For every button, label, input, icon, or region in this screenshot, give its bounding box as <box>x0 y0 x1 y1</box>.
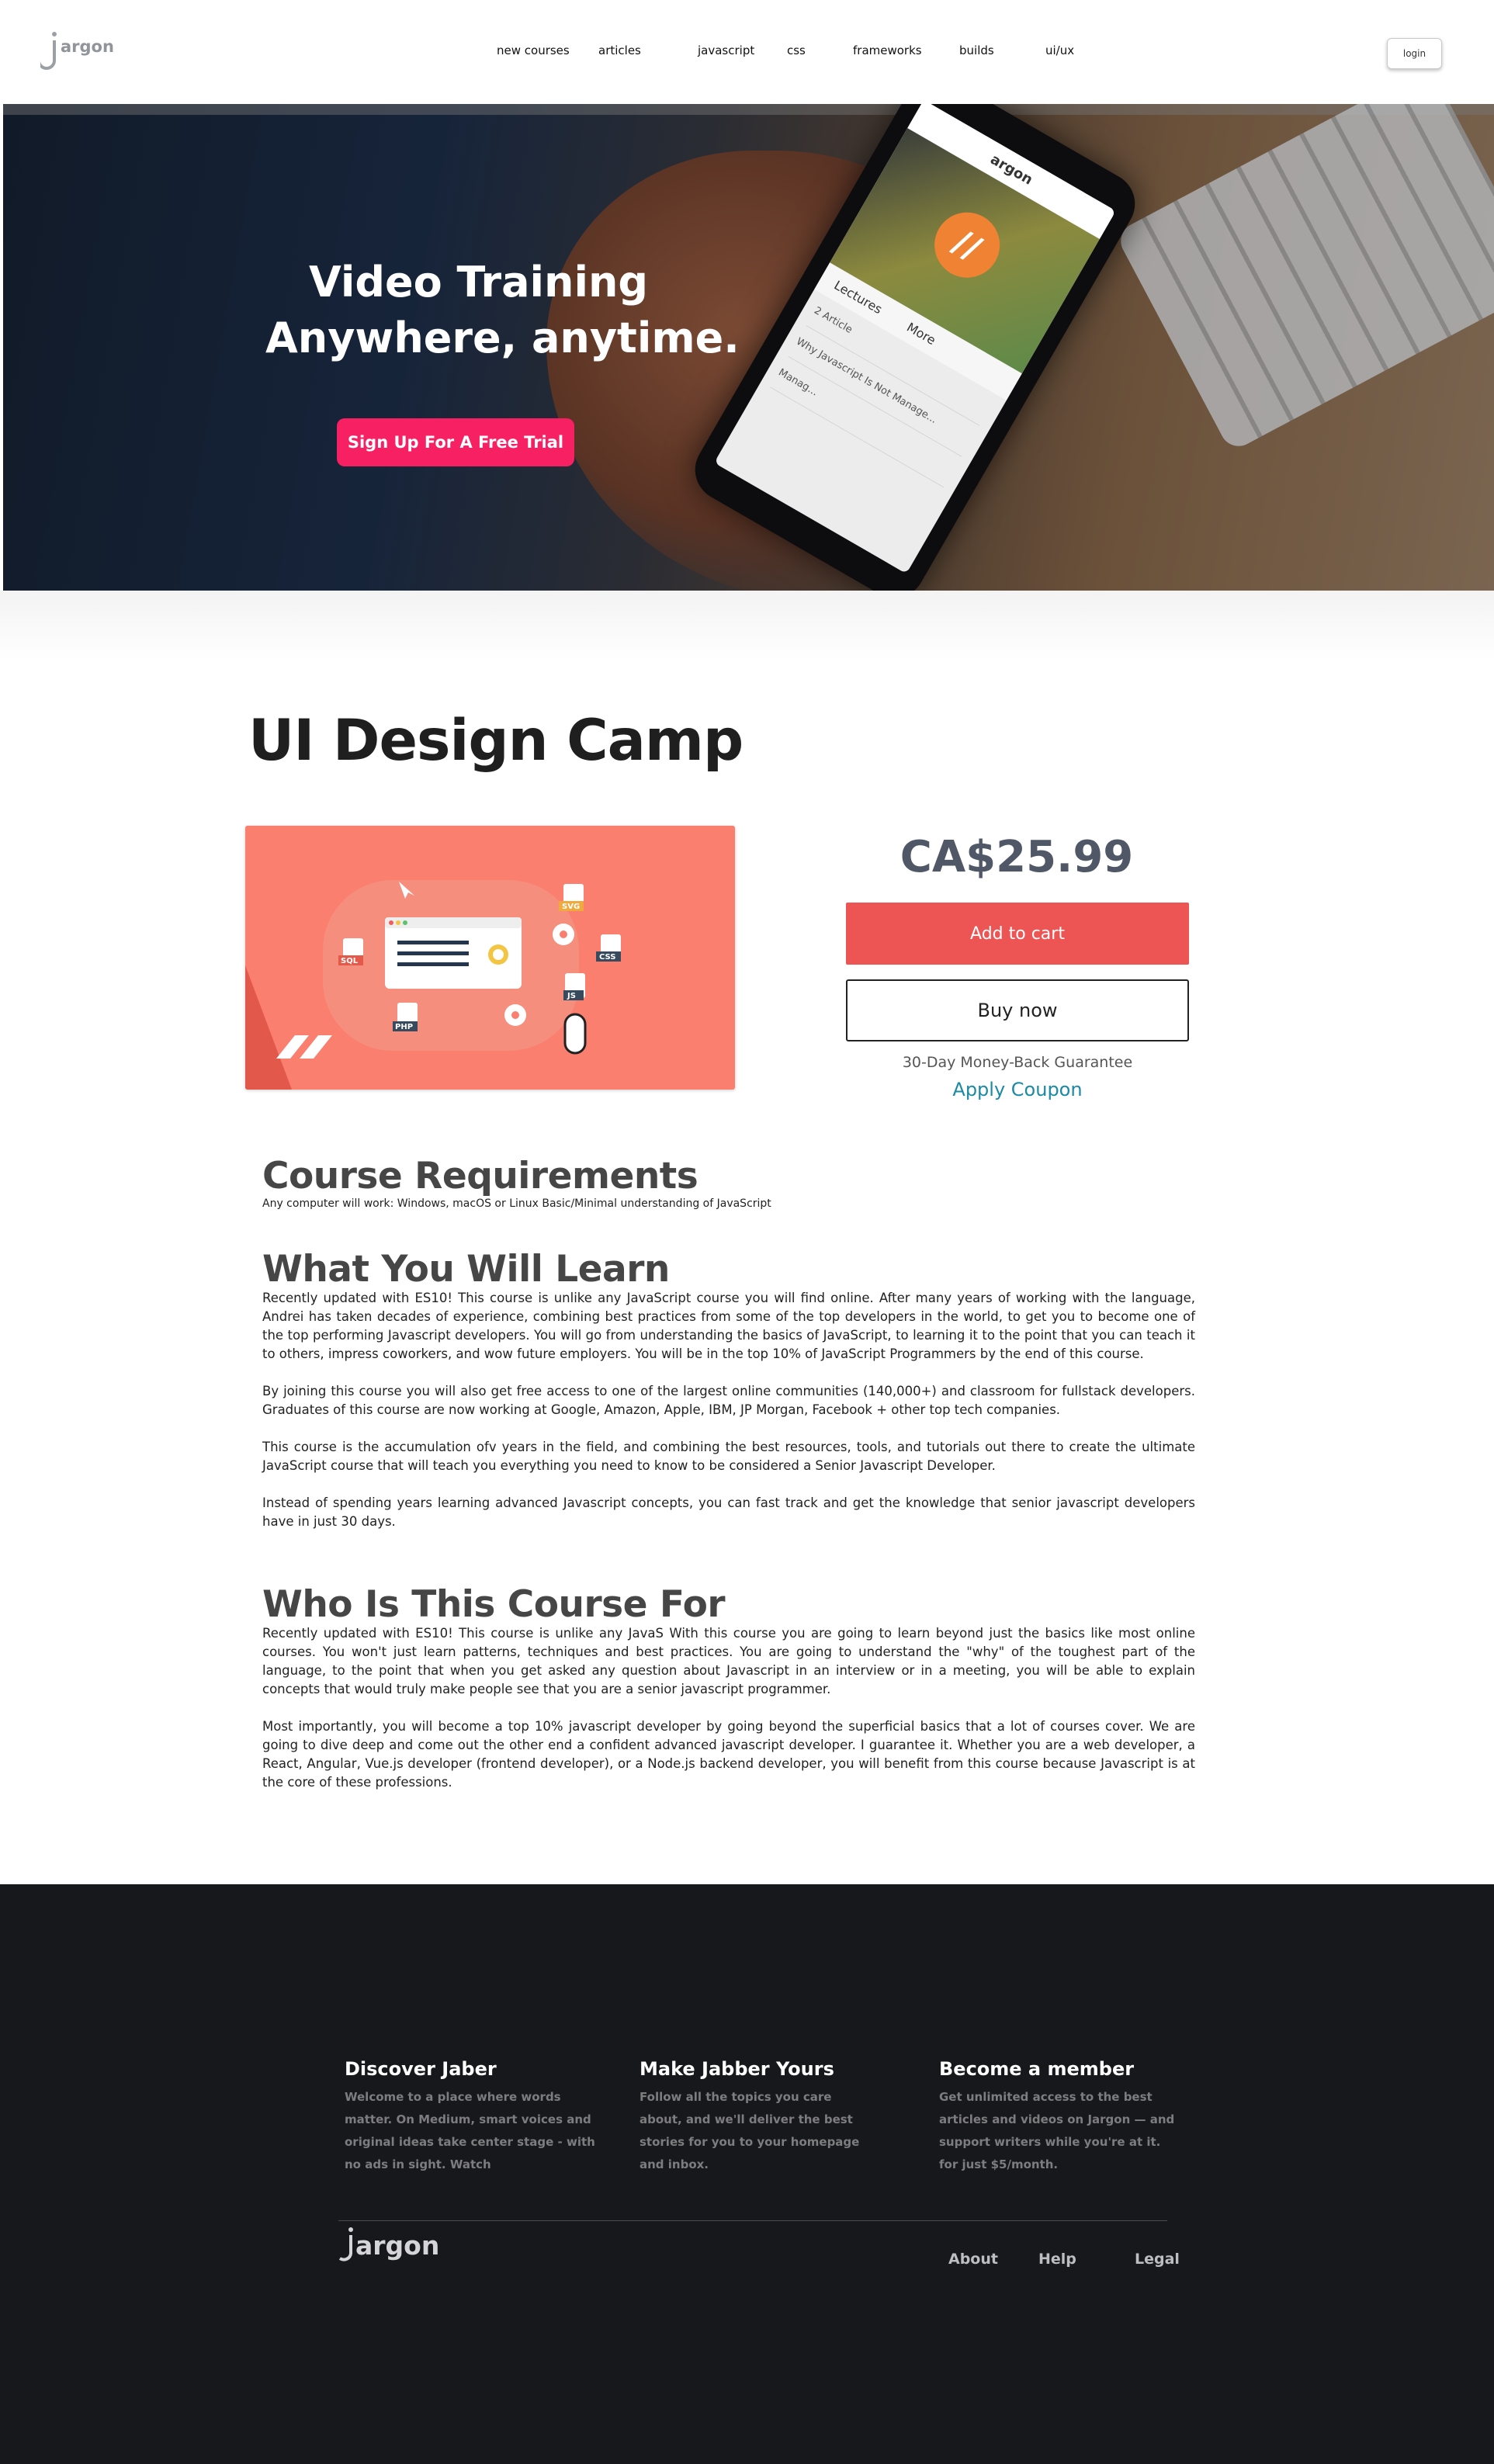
nav-item-new-courses[interactable]: new courses <box>497 43 570 57</box>
footer-col-discover: Discover Jaber Welcome to a place where … <box>345 2058 595 2176</box>
footer-col-make-yours: Make Jabber Yours Follow all the topics … <box>640 2058 859 2176</box>
footer-col-title: Discover Jaber <box>345 2058 497 2080</box>
add-to-cart-button[interactable]: Add to cart <box>846 903 1189 965</box>
top-nav: argon new courses articles javascript cs… <box>0 0 1494 104</box>
footer-link-legal[interactable]: Legal <box>1135 2251 1180 2268</box>
free-trial-button[interactable]: Sign Up For A Free Trial <box>337 418 574 466</box>
hero-title: Video Training Anywhere, anytime. <box>3 258 1494 413</box>
footer-logo[interactable]: argon <box>338 2226 439 2265</box>
who-paragraph: Recently updated with ES10! This course … <box>262 1626 1195 1696</box>
nav-item-javascript[interactable]: javascript <box>698 43 754 57</box>
nav-item-builds[interactable]: builds <box>959 43 994 57</box>
footer-divider <box>338 2220 1167 2221</box>
nav-item-frameworks[interactable]: frameworks <box>853 43 922 57</box>
footer-link-help[interactable]: Help <box>1038 2251 1076 2268</box>
footer-col-line: original ideas take center stage - with <box>345 2135 595 2149</box>
footer-col-title: Become a member <box>939 2058 1135 2080</box>
nav-item-uiux[interactable]: ui/ux <box>1045 43 1074 57</box>
hero-fade <box>0 591 1494 660</box>
logo-text: argon <box>61 37 114 56</box>
tag-css: CSS <box>599 953 615 962</box>
footer-col-line: and inbox. <box>640 2157 709 2171</box>
nav-item-css[interactable]: css <box>787 43 806 57</box>
tag-svg: SVG <box>562 903 580 911</box>
learn-paragraph: This course is the accumulation ofv year… <box>262 1440 1195 1473</box>
course-title: UI Design Camp <box>248 708 744 774</box>
footer-col-line: Follow all the topics you care <box>640 2090 832 2104</box>
footer-col-line: stories for you to your homepage <box>640 2135 860 2149</box>
hero-title-line1: Video Training <box>309 258 649 307</box>
requirements-heading: Course Requirements <box>262 1155 698 1197</box>
footer-col-line: articles and videos on Jargon — and <box>939 2112 1175 2126</box>
footer-logo-text: argon <box>355 2230 440 2261</box>
learn-heading: What You Will Learn <box>262 1248 670 1291</box>
buy-now-button[interactable]: Buy now <box>846 979 1189 1041</box>
hero-banner: argon // Lectures More 2 Article Why Jav… <box>3 104 1494 591</box>
learn-paragraph: Instead of spending years learning advan… <box>262 1495 1195 1529</box>
logo[interactable]: argon <box>40 29 114 71</box>
learn-paragraph: Recently updated with ES10! This course … <box>262 1291 1195 1361</box>
apply-coupon-link[interactable]: Apply Coupon <box>846 1079 1189 1100</box>
requirements-text: Any computer will work: Windows, macOS o… <box>262 1197 771 1210</box>
footer-col-line: about, and we'll deliver the best <box>640 2112 853 2126</box>
hero-title-line2: Anywhere, anytime. <box>265 314 740 362</box>
learn-paragraph: By joining this course you will also get… <box>262 1384 1195 1417</box>
tag-sql: SQL <box>341 957 359 965</box>
login-button[interactable]: login <box>1387 38 1442 69</box>
tag-js: JS <box>567 992 576 1000</box>
footer-col-line: Get unlimited access to the best <box>939 2090 1153 2104</box>
footer-col-line: Welcome to a place where words <box>345 2090 561 2104</box>
who-paragraph: Most importantly, you will become a top … <box>262 1719 1195 1790</box>
footer-col-line: support writers while you're at it. <box>939 2135 1161 2149</box>
who-heading: Who Is This Course For <box>262 1583 726 1626</box>
footer-col-line: no ads in sight. Watch <box>345 2157 491 2171</box>
nav-item-articles[interactable]: articles <box>598 43 641 57</box>
course-thumbnail[interactable]: SQL SVG CSS JS PHP <box>245 826 735 1090</box>
footer-col-line: for just $5/month. <box>939 2157 1059 2171</box>
tag-php: PHP <box>395 1023 413 1031</box>
course-illustration: SQL SVG CSS JS PHP <box>245 880 621 1090</box>
footer-col-title: Make Jabber Yours <box>640 2058 834 2080</box>
footer-link-about[interactable]: About <box>948 2251 998 2268</box>
hero-top-strip <box>3 104 1494 115</box>
footer-col-member: Become a member Get unlimited access to … <box>939 2058 1174 2176</box>
money-back-guarantee: 30-Day Money-Back Guarantee <box>902 1054 1133 1071</box>
course-price: CA$25.99 <box>900 832 1134 882</box>
footer-col-line: matter. On Medium, smart voices and <box>345 2112 591 2126</box>
